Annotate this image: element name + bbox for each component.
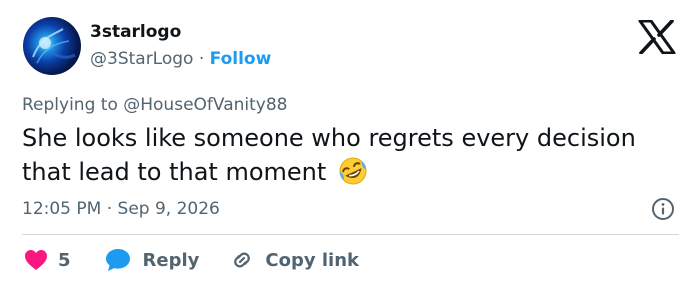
rolling-on-floor-laughing-icon: [339, 157, 367, 185]
info-icon[interactable]: [651, 197, 675, 221]
x-logo-icon[interactable]: [638, 20, 676, 54]
reply-mention-link[interactable]: @HouseOfVanity88: [123, 95, 287, 115]
tweet-timestamp[interactable]: 12:05 PM · Sep 9, 2026: [22, 199, 220, 219]
link-icon: [234, 252, 251, 268]
tweet-body: She looks like someone who regrets every…: [22, 121, 682, 189]
like-count: 5: [58, 249, 71, 271]
divider: [22, 234, 679, 235]
copy-link-button[interactable]: Copy link: [229, 248, 359, 272]
reply-context-prefix: Replying to: [22, 95, 118, 115]
heart-icon: [25, 250, 47, 270]
like-button[interactable]: 5: [24, 249, 71, 271]
avatar[interactable]: [23, 17, 81, 75]
author-handle-row: @3StarLogo · Follow: [90, 49, 271, 69]
copy-link-label: Copy link: [265, 249, 359, 271]
follow-button[interactable]: Follow: [210, 49, 272, 69]
author-handle[interactable]: @3StarLogo: [90, 49, 193, 69]
tweet-text: She looks like someone who regrets every…: [22, 124, 636, 186]
reply-button[interactable]: Reply: [105, 248, 200, 272]
separator-dot: ·: [198, 49, 205, 69]
reply-context: Replying to @HouseOfVanity88: [22, 95, 287, 115]
reply-label: Reply: [142, 249, 200, 271]
action-bar: 5 Reply Copy link: [24, 247, 359, 273]
speech-bubble-icon: [105, 249, 130, 271]
author-name[interactable]: 3starlogo: [90, 22, 181, 42]
